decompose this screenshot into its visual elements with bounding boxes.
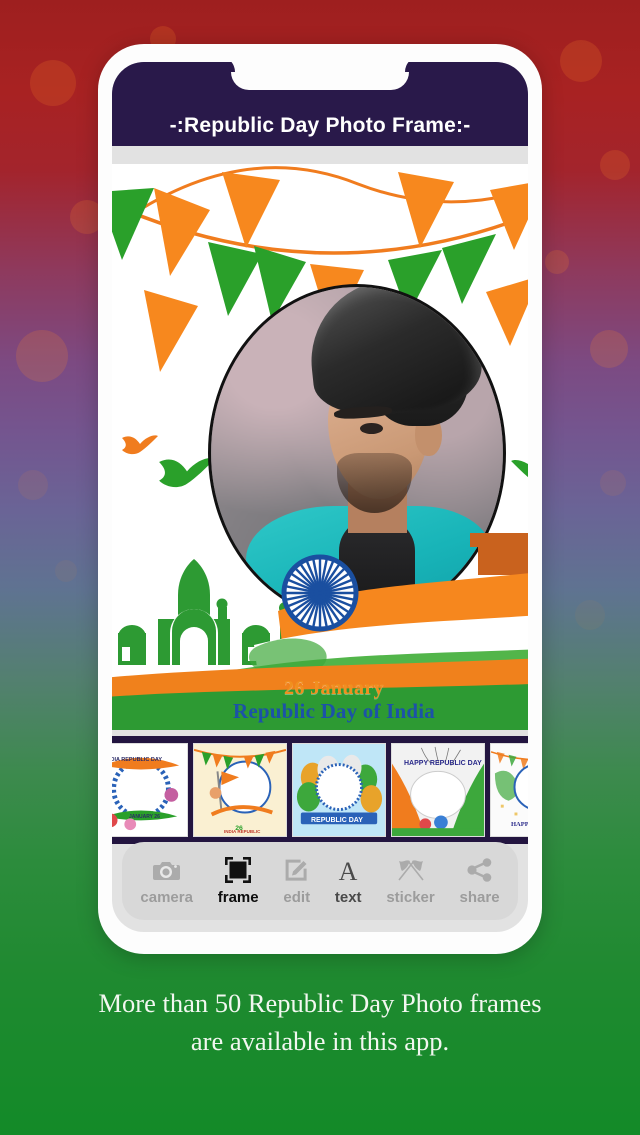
phone-notch [231, 62, 409, 90]
thumb-label-top: INDIA REPUBLIC DAY [112, 757, 163, 763]
toolbar-item-camera[interactable]: camera [140, 856, 193, 906]
toolbar-label-camera: camera [140, 889, 193, 906]
toolbar-label-share: share [459, 889, 500, 906]
thumb-label-bottom: INDIA REPUBLIC [224, 829, 261, 834]
toolbar-label-sticker: sticker [386, 889, 435, 906]
promo-footer: More than 50 Republic Day Photo frames a… [0, 985, 640, 1060]
phone-mockup: -:Republic Day Photo Frame:- 26 January … [98, 44, 542, 954]
text-icon: A [335, 856, 361, 884]
frame-thumbnail-strip[interactable]: INDIA REPUBLIC DAY JANUARY 26 26 INDIA R… [112, 736, 528, 844]
toolbar-label-frame: frame [217, 889, 259, 906]
bird-icon-orange-small [122, 435, 158, 455]
sticker-icon [396, 856, 426, 884]
toolbar-item-text[interactable]: A text [335, 856, 362, 906]
frame-icon [225, 856, 252, 884]
thumb-label-top: HAPPY REPUBLIC DAY [404, 760, 482, 767]
share-icon [466, 856, 493, 884]
thumb-label-bottom: JANUARY 26 [129, 814, 160, 820]
toolbar-item-share[interactable]: share [460, 856, 500, 906]
thumb-happy-republic-day[interactable]: HAPPY REPUBLIC DAY [391, 743, 485, 837]
thumb-india-republic-day[interactable]: INDIA REPUBLIC DAY JANUARY 26 [112, 743, 188, 837]
bottom-toolbar: camera frame edit A text sticker share [122, 842, 518, 920]
thumb-label-bottom: HAPPY Republic Day [511, 821, 528, 828]
promo-line-1: More than 50 Republic Day Photo frames [98, 988, 542, 1018]
toolbar-label-text: text [334, 889, 362, 906]
thumb-flag-kids[interactable]: 26 INDIA REPUBLIC [193, 743, 287, 837]
toolbar-item-sticker[interactable]: sticker [386, 856, 435, 906]
app-header: -:Republic Day Photo Frame:- [112, 62, 528, 146]
phone-screen: -:Republic Day Photo Frame:- 26 January … [112, 62, 528, 932]
svg-text:A: A [339, 857, 358, 883]
thumb-balloons[interactable]: REPUBLIC DAY [292, 743, 386, 837]
thumb-happy-republic-script[interactable]: HAPPY Republic Day [490, 743, 528, 837]
toolbar-item-frame[interactable]: frame [218, 856, 259, 906]
promo-line-2: are available in this app. [190, 1025, 450, 1056]
thumb-label-bottom: REPUBLIC DAY [311, 817, 363, 824]
scenery-decoration [112, 533, 528, 730]
app-title: -:Republic Day Photo Frame:- [169, 114, 471, 137]
frame-canvas[interactable]: 26 January Republic Day of India [112, 164, 528, 730]
edit-icon [284, 856, 309, 884]
bird-icon-green-large-right [511, 460, 528, 490]
toolbar-label-edit: edit [283, 889, 311, 906]
toolbar-item-edit[interactable]: edit [283, 856, 310, 906]
camera-icon [153, 856, 181, 884]
